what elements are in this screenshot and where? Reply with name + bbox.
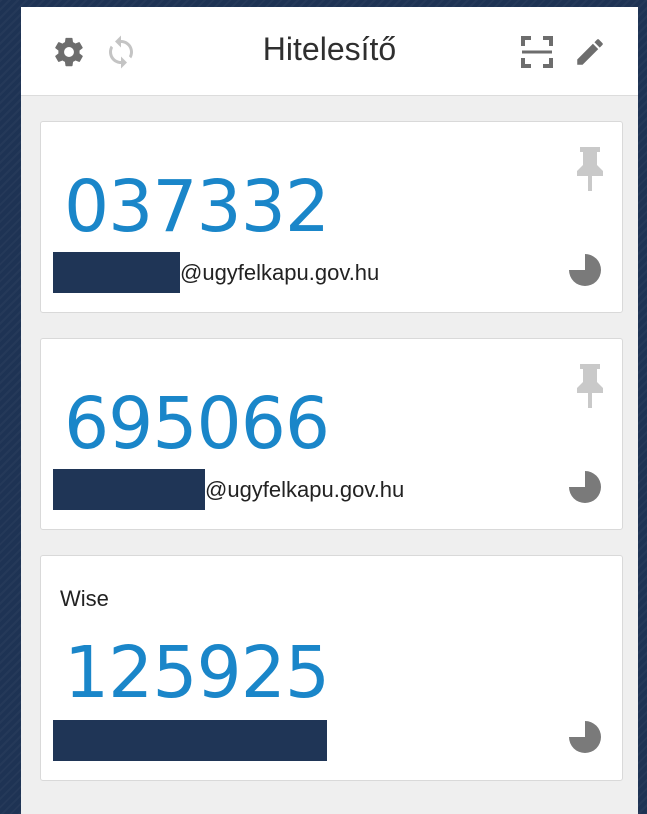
scan-qr-icon[interactable] [518, 33, 556, 71]
redacted-username [53, 720, 327, 761]
timer-pie-icon [567, 252, 603, 288]
account-suffix: @ugyfelkapu.gov.hu [180, 259, 380, 285]
otp-entry-card[interactable]: Wise 125925 [40, 555, 623, 781]
account-label: @ugyfelkapu.gov.hu [53, 252, 379, 293]
otp-code[interactable]: 695066 [64, 388, 330, 459]
account-label [53, 720, 327, 761]
gear-icon[interactable] [50, 33, 88, 71]
account-label: @ugyfelkapu.gov.hu [53, 469, 404, 510]
account-suffix: @ugyfelkapu.gov.hu [205, 476, 405, 502]
otp-entry-card[interactable]: 037332 @ugyfelkapu.gov.hu [40, 121, 623, 313]
issuer-label: Wise [60, 586, 109, 611]
timer-pie-icon [567, 469, 603, 505]
otp-entry-card[interactable]: 695066 @ugyfelkapu.gov.hu [40, 338, 623, 530]
otp-code[interactable]: 125925 [64, 637, 330, 708]
sync-icon[interactable] [102, 33, 140, 71]
otp-code[interactable]: 037332 [64, 171, 330, 242]
authenticator-popup: Hitelesítő 037332 @ugyfelkapu.gov.hu 695… [21, 7, 638, 814]
pin-icon[interactable] [575, 145, 605, 193]
header-bar: Hitelesítő [21, 7, 638, 96]
timer-pie-icon [567, 719, 603, 755]
edit-icon[interactable] [571, 33, 609, 71]
redacted-username [53, 252, 180, 293]
redacted-username [53, 469, 205, 510]
pin-icon[interactable] [575, 362, 605, 410]
